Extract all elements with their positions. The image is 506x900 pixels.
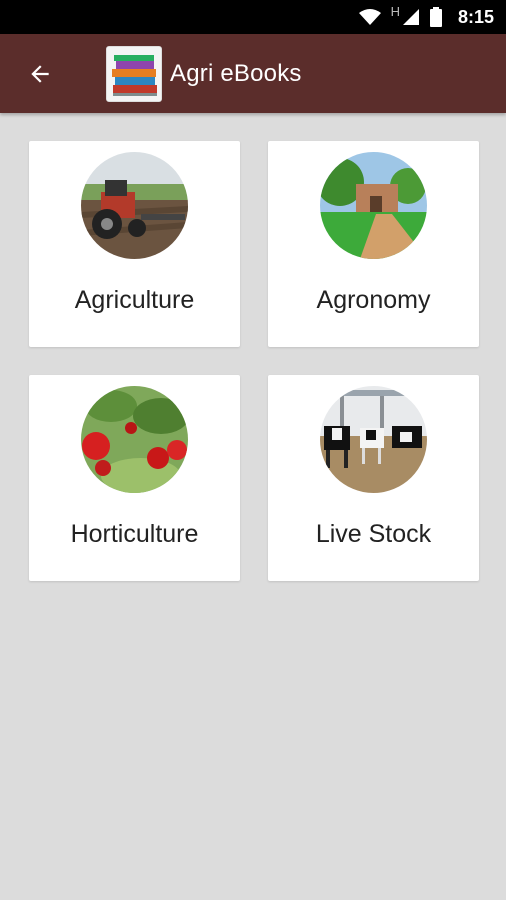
category-card-live-stock[interactable]: Live Stock	[268, 375, 479, 581]
category-card-horticulture[interactable]: Horticulture	[29, 375, 240, 581]
app-bar: Agri eBooks	[0, 34, 506, 113]
category-card-agronomy[interactable]: Agronomy	[268, 141, 479, 347]
signal-icon	[402, 9, 419, 25]
status-bar: H 8:15	[0, 0, 506, 34]
agronomy-image	[320, 152, 427, 259]
category-label: Agriculture	[74, 286, 195, 314]
battery-icon	[429, 7, 442, 27]
wifi-icon	[358, 9, 381, 25]
app-logo	[106, 45, 162, 102]
app-title: Agri eBooks	[170, 59, 302, 87]
back-button[interactable]	[12, 46, 68, 102]
category-card-agriculture[interactable]: Agriculture	[29, 141, 240, 347]
live-stock-image	[320, 386, 427, 493]
network-type-label: H	[390, 3, 400, 19]
agriculture-image	[81, 152, 188, 259]
clock: 8:15	[457, 6, 494, 27]
horticulture-image	[81, 386, 188, 493]
category-label: Agronomy	[316, 286, 431, 314]
arrow-back-icon	[31, 64, 49, 83]
category-label: Live Stock	[315, 520, 432, 548]
category-label: Horticulture	[70, 520, 199, 548]
